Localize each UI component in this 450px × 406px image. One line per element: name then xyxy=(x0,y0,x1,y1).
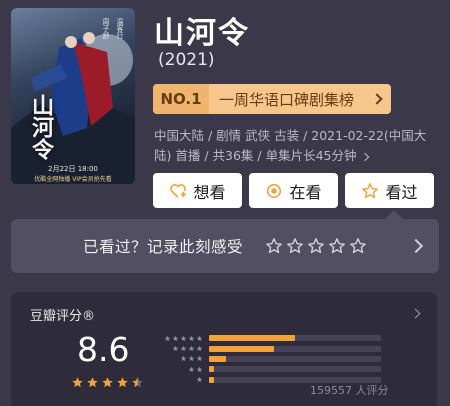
ranking-number: NO.1 xyxy=(153,84,209,114)
star-outline-icon[interactable] xyxy=(349,237,367,255)
distribution-star-label xyxy=(151,355,203,362)
distribution-row-3-star xyxy=(151,354,381,364)
rate-stars xyxy=(265,237,367,255)
star-small-icon xyxy=(172,345,179,352)
distribution-bar xyxy=(209,355,227,362)
page-title: 山河令 xyxy=(154,16,250,51)
star-filled-icon xyxy=(87,377,98,388)
watching-icon xyxy=(267,183,282,198)
star-small-icon xyxy=(172,335,179,341)
star-small-icon xyxy=(180,335,187,341)
distribution-row-5-star xyxy=(151,333,381,343)
star-outline-icon xyxy=(362,182,379,198)
rating-stars xyxy=(71,376,144,389)
distribution-bar xyxy=(209,335,295,342)
star-filled-icon xyxy=(117,377,128,388)
watched-label: 看过 xyxy=(385,182,418,202)
distribution-bar xyxy=(209,345,275,352)
star-small-icon xyxy=(196,376,203,383)
chevron-right-icon xyxy=(371,93,383,105)
show-meta[interactable]: 中国大陆 / 剧情 武侠 古装 / 2021-02-22(中国大陆) 首播 / … xyxy=(154,126,440,166)
distribution-row-4-star xyxy=(151,343,381,353)
star-small-icon xyxy=(196,356,203,362)
poster-date: 2月22日 18:00 xyxy=(48,165,98,173)
release-year: (2021) xyxy=(158,50,215,70)
star-outline-icon[interactable] xyxy=(307,237,325,255)
poster-credit-right: 温客行 xyxy=(116,18,124,39)
distribution-track xyxy=(209,345,381,352)
distribution-track xyxy=(209,355,381,362)
star-small-icon xyxy=(188,335,195,341)
star-small-icon xyxy=(188,345,195,352)
watching-button[interactable]: 在看 xyxy=(249,173,338,208)
star-small-icon xyxy=(180,345,187,352)
ranking-label: 一周华语口碑剧集榜 xyxy=(219,90,355,109)
star-outline-icon[interactable] xyxy=(328,237,346,255)
star-outline-icon[interactable] xyxy=(265,237,283,255)
rating-votes: 159557 人评分 xyxy=(310,384,389,397)
poster-image[interactable]: 温客行 周子舒 山河令 2月22日 18:00 优酷全网独播 VIP会员抢先看 xyxy=(11,8,135,184)
distribution-bar xyxy=(209,376,215,383)
star-filled-icon xyxy=(102,377,113,388)
star-outline-icon[interactable] xyxy=(286,237,304,255)
star-small-icon xyxy=(188,356,195,362)
distribution-star-label xyxy=(151,345,203,352)
want-to-watch-label: 想看 xyxy=(193,182,226,202)
poster-title: 山河令 xyxy=(28,94,54,160)
star-small-icon xyxy=(180,356,187,362)
poster-note: 优酷全网独播 VIP会员抢先看 xyxy=(34,176,112,183)
distribution-star-label xyxy=(151,335,203,342)
chevron-right-icon xyxy=(410,308,421,319)
star-filled-icon xyxy=(72,377,83,388)
rating-score: 8.6 xyxy=(77,330,130,369)
heart-plus-icon xyxy=(170,183,187,198)
chevron-right-icon xyxy=(361,152,370,162)
distribution-row-2-star xyxy=(151,364,381,374)
record-feeling-text: 已看过？记录此刻感受 xyxy=(83,238,244,256)
star-small-icon xyxy=(196,366,203,372)
meta-text: 中国大陆 / 剧情 武侠 古装 / 2021-02-22(中国大陆) 首播 / … xyxy=(154,128,427,163)
watching-label: 在看 xyxy=(289,182,322,202)
record-feeling-bar[interactable]: 已看过？记录此刻感受 xyxy=(11,219,439,273)
distribution-star-label xyxy=(151,376,203,383)
star-half-icon xyxy=(132,377,143,388)
rating-distribution xyxy=(151,333,381,385)
poster-credit-left: 周子舒 xyxy=(102,18,110,39)
star-small-icon xyxy=(164,335,171,341)
star-small-icon xyxy=(188,366,195,372)
watched-button[interactable]: 看过 xyxy=(345,173,434,208)
distribution-track xyxy=(209,335,381,342)
distribution-track xyxy=(209,366,381,373)
distribution-bar xyxy=(209,366,215,373)
rating-title: 豆瓣评分® xyxy=(30,309,96,324)
ranking-badge[interactable]: NO.1 一周华语口碑剧集榜 xyxy=(153,84,391,114)
chevron-right-icon xyxy=(408,238,424,254)
want-to-watch-button[interactable]: 想看 xyxy=(153,173,242,208)
star-small-icon xyxy=(196,335,203,341)
douban-rating-card[interactable]: 豆瓣评分® 8.6 159557 人评分 xyxy=(11,292,437,406)
popover-notch xyxy=(385,210,403,219)
distribution-star-label xyxy=(151,366,203,373)
action-buttons: 想看 在看 看过 xyxy=(153,173,434,208)
star-small-icon xyxy=(196,345,203,352)
